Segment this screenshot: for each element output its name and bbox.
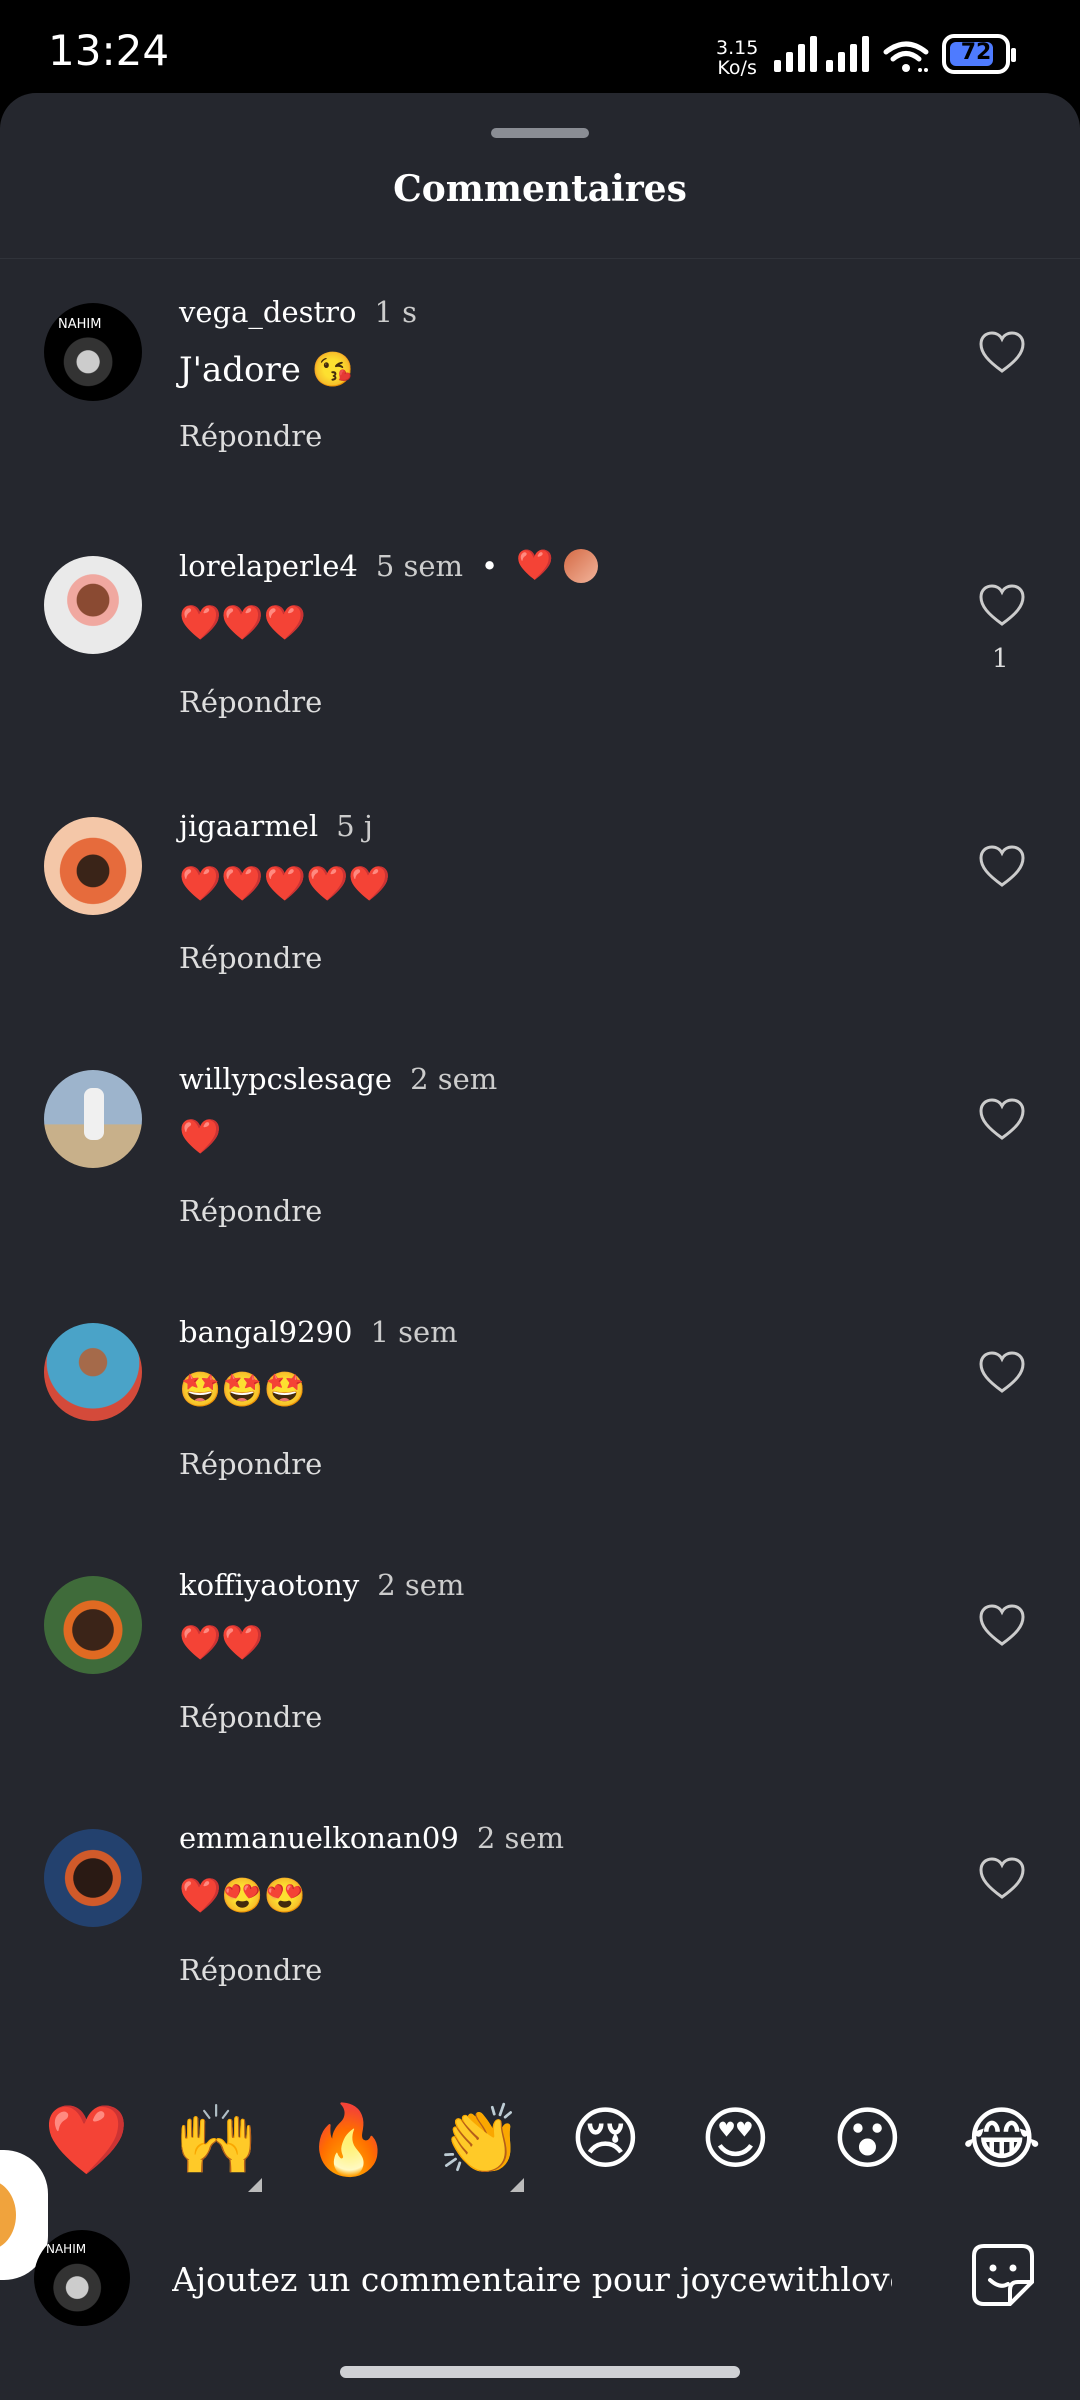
status-time: 13:24: [48, 26, 170, 75]
heart-icon[interactable]: [978, 1351, 1026, 1395]
sticker-icon[interactable]: [970, 2242, 1036, 2308]
avatar[interactable]: [44, 556, 142, 654]
heart-icon[interactable]: [978, 1857, 1026, 1901]
comment-text: J'adore 😘: [179, 350, 354, 390]
comment-meta: willypcslesage 2 sem: [179, 1062, 497, 1096]
comment-meta: bangal9290 1 sem: [179, 1315, 458, 1349]
comment-text: ❤️: [179, 1117, 222, 1157]
reply-button[interactable]: Répondre: [179, 941, 322, 975]
divider: [0, 258, 1080, 259]
avatar-label: NAHIM: [46, 2242, 87, 2256]
comment-input[interactable]: [170, 2248, 894, 2310]
comment-item: emmanuelkonan09 2 sem ❤️😍😍 Répondre: [0, 1821, 1080, 2021]
avatar[interactable]: [44, 1576, 142, 1674]
comment-time: 5 j: [336, 809, 373, 843]
network-speed-unit: Ko/s: [717, 57, 757, 79]
reply-button[interactable]: Répondre: [179, 1953, 322, 1987]
variant-indicator: [248, 2178, 262, 2192]
comment-username[interactable]: bangal9290: [179, 1315, 352, 1349]
emoji-fire[interactable]: 🔥: [306, 2100, 391, 2180]
emoji-surprised[interactable]: 😮: [832, 2100, 903, 2179]
comment-item: lorelaperle4 5 sem • ❤️ ❤️❤️❤️ Répondre …: [0, 548, 1080, 748]
comment-username[interactable]: lorelaperle4: [179, 549, 358, 583]
comment-item: koffiyaotony 2 sem ❤️❤️ Répondre: [0, 1568, 1080, 1768]
author-avatar-small: [563, 548, 598, 583]
comment-username[interactable]: jigaarmel: [179, 809, 318, 843]
reply-button[interactable]: Répondre: [179, 685, 322, 719]
comment-text: 🤩🤩🤩: [179, 1370, 307, 1410]
comment-username[interactable]: koffiyaotony: [179, 1568, 359, 1602]
quick-emoji-bar: ❤️ 🙌 🔥 👏 😢 😍 😮 😂: [0, 2100, 1080, 2192]
heart-icon[interactable]: [978, 584, 1026, 628]
avatar-label: NAHIM: [58, 317, 102, 332]
home-indicator[interactable]: [340, 2366, 740, 2378]
heart-icon[interactable]: [978, 1098, 1026, 1142]
sheet-grabber[interactable]: [491, 128, 589, 138]
comment-item: NAHIM vega_destro 1 s J'adore 😘 Répondre: [0, 295, 1080, 495]
wifi-icon: [883, 41, 929, 72]
comment-meta: koffiyaotony 2 sem: [179, 1568, 464, 1602]
reply-button[interactable]: Répondre: [179, 419, 322, 453]
heart-icon[interactable]: [978, 845, 1026, 889]
avatar[interactable]: [44, 817, 142, 915]
comments-sheet: Commentaires NAHIM vega_destro 1 s J'ado…: [0, 93, 1080, 2400]
comment-time: 1 sem: [370, 1315, 458, 1349]
battery-level: 72: [960, 40, 992, 65]
comment-text: ❤️😍😍: [179, 1876, 307, 1916]
comment-username[interactable]: emmanuelkonan09: [179, 1821, 459, 1855]
signal-icon-2: [826, 36, 869, 72]
comment-time: 2 sem: [377, 1568, 465, 1602]
variant-indicator: [510, 2178, 524, 2192]
comment-text: ❤️❤️: [179, 1623, 264, 1663]
reply-button[interactable]: Répondre: [179, 1194, 322, 1228]
comment-time: 2 sem: [410, 1062, 498, 1096]
avatar[interactable]: [44, 1829, 142, 1927]
own-avatar: NAHIM: [34, 2230, 130, 2326]
emoji-crying[interactable]: 😢: [570, 2100, 641, 2179]
comment-composer: NAHIM: [0, 2220, 1080, 2350]
comment-text: ❤️❤️❤️: [179, 603, 307, 643]
comment-username[interactable]: vega_destro: [179, 295, 356, 329]
signal-icon: [774, 36, 817, 72]
like-count: 1: [992, 644, 1009, 674]
comment-time: 2 sem: [476, 1821, 565, 1855]
comment-time: 5 sem: [375, 548, 464, 583]
sheet-title: Commentaires: [393, 168, 687, 210]
avatar[interactable]: [44, 1323, 142, 1421]
avatar[interactable]: NAHIM: [44, 303, 142, 401]
heart-icon[interactable]: [978, 331, 1026, 375]
emoji-heart[interactable]: ❤️: [44, 2100, 129, 2180]
reply-button[interactable]: Répondre: [179, 1700, 322, 1734]
comment-item: jigaarmel 5 j ❤️❤️❤️❤️❤️ Répondre: [0, 809, 1080, 1009]
comment-item: willypcslesage 2 sem ❤️ Répondre: [0, 1062, 1080, 1262]
author-like-heart: ❤️: [516, 548, 554, 583]
comment-time: 1 s: [374, 295, 418, 329]
comment-username[interactable]: willypcslesage: [179, 1062, 392, 1096]
emoji-laughing[interactable]: 😂: [962, 2100, 1041, 2179]
heart-icon[interactable]: [978, 1604, 1026, 1648]
emoji-raised-hands[interactable]: 🙌: [174, 2100, 259, 2180]
comment-meta: jigaarmel 5 j: [179, 809, 373, 843]
comment-meta: emmanuelkonan09 2 sem: [179, 1821, 564, 1855]
network-speed-value: 3.15: [716, 37, 759, 59]
status-bar: 13:24 3.15 Ko/s 72: [0, 0, 1080, 100]
battery-icon: 72: [942, 34, 1016, 74]
network-speed: 3.15 Ko/s: [716, 38, 758, 78]
emoji-clapping[interactable]: 👏: [438, 2100, 523, 2180]
emoji-heart-eyes[interactable]: 😍: [700, 2100, 771, 2179]
comment-text: ❤️❤️❤️❤️❤️: [179, 864, 391, 904]
avatar[interactable]: [44, 1070, 142, 1168]
comment-meta: vega_destro 1 s: [179, 295, 417, 329]
comment-item: bangal9290 1 sem 🤩🤩🤩 Répondre: [0, 1315, 1080, 1515]
reply-button[interactable]: Répondre: [179, 1447, 322, 1481]
comment-meta: lorelaperle4 5 sem • ❤️: [179, 548, 598, 583]
meta-separator: •: [481, 548, 499, 583]
